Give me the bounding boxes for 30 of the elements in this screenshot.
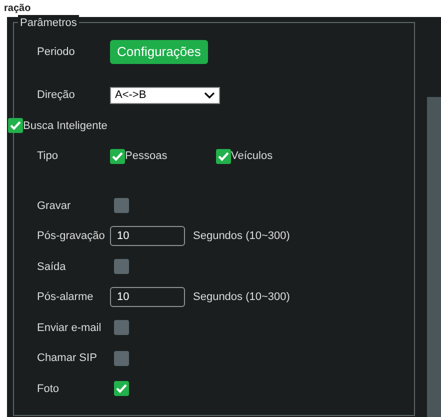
field-label: Saída [36,260,67,274]
checkbox[interactable] [114,198,129,214]
checkbox-label: Busca Inteligente [23,118,108,134]
number-field[interactable]: 10 [110,226,185,246]
checkbox[interactable] [110,148,125,164]
checkbox[interactable] [114,259,129,274]
field-label: Periodo [36,44,76,60]
scrollbar-thumb[interactable] [427,96,441,417]
unit-label: Segundos (10~300) [193,290,290,305]
direction-select[interactable]: A<->B [110,86,220,104]
field-label: Pós-alarme [36,290,94,305]
caret-icon [204,92,215,99]
scrollbar[interactable] [421,16,441,417]
checkbox[interactable] [114,381,129,396]
checkbox[interactable] [8,118,23,134]
checkbox-label: Pessoas [125,149,168,164]
field-label: Pós-gravação [36,229,106,244]
field-label: Chamar SIP [36,351,98,366]
page-title: ração [3,2,31,15]
field-label: Gravar [36,198,72,214]
checkbox[interactable] [114,350,129,366]
checkbox[interactable] [216,148,231,164]
field-label: Tipo [36,149,59,164]
field-label: Direção [36,88,76,103]
field-label: Enviar e-mail [36,320,102,336]
checkbox[interactable] [114,320,129,336]
unit-label: Segundos (10~300) [193,229,290,244]
checkbox-label: Veículos [231,149,273,164]
number-field[interactable]: 10 [110,287,185,308]
field-label: Foto [36,382,60,396]
